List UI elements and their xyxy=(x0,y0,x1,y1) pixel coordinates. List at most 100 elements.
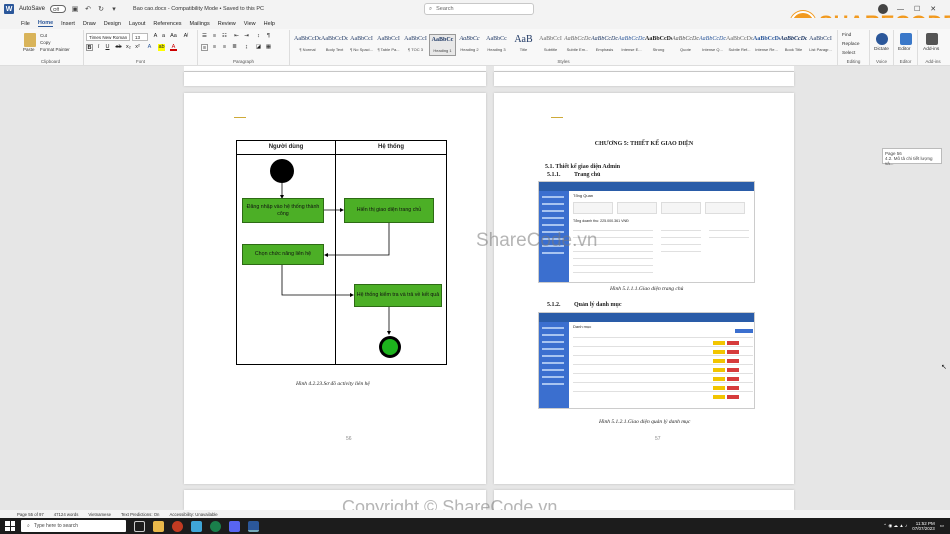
editor-button[interactable]: Editor xyxy=(898,47,911,52)
editing-group: Find Replace Select Editing xyxy=(838,30,870,65)
style-quote[interactable]: AaBbCcDc Quote xyxy=(672,34,699,56)
cut-button[interactable]: Cut xyxy=(40,33,47,38)
addins-button[interactable]: Add-ins xyxy=(923,47,939,52)
sort-icon[interactable]: ↕ xyxy=(255,33,262,40)
style-sample: AaBbCc xyxy=(486,36,507,42)
grow-font-icon[interactable]: A xyxy=(152,33,159,40)
italic-icon[interactable]: I xyxy=(95,44,102,51)
tab-references[interactable]: References xyxy=(153,21,181,27)
bold-icon[interactable]: B xyxy=(86,44,93,51)
tab-mailings[interactable]: Mailings xyxy=(190,21,210,27)
align-left-icon[interactable]: ≡ xyxy=(201,44,208,51)
style-intense-emphasis[interactable]: AaBbCcDc Intense E... xyxy=(618,34,645,56)
editor-icon[interactable] xyxy=(900,33,912,45)
tab-insert[interactable]: Insert xyxy=(61,21,75,27)
style-heading1[interactable]: AaBbCc Heading 1 xyxy=(429,34,456,56)
style-intense-quote[interactable]: AaBbCcDc Intense Q... xyxy=(699,34,726,56)
select-button[interactable]: Select xyxy=(842,51,855,56)
borders-icon[interactable]: ▦ xyxy=(265,44,272,51)
clock-date[interactable]: 07/07/2023 xyxy=(912,526,935,531)
style-intense-reference[interactable]: AaBbCcDc Intense Re... xyxy=(753,34,780,56)
multilevel-list-icon[interactable]: ☷ xyxy=(221,33,228,40)
style-strong[interactable]: AaBbCcDc Strong xyxy=(645,34,672,56)
tab-help[interactable]: Help xyxy=(264,21,275,27)
page-count[interactable]: Page 55 of 97 xyxy=(17,512,44,517)
superscript-icon[interactable]: x² xyxy=(134,44,141,51)
style-subtle-emphasis[interactable]: AaBbCcDc Subtle Em... xyxy=(564,34,591,56)
strikethrough-icon[interactable]: ab xyxy=(115,44,122,51)
customize-qat-icon[interactable]: ▾ xyxy=(110,5,118,13)
line-spacing-icon[interactable]: ↨ xyxy=(243,44,250,51)
style-table-paragraph[interactable]: AaBbCcI ¶ Table Pa... xyxy=(375,34,402,56)
style-book-title[interactable]: AaBbCcDc Book Title xyxy=(780,34,807,56)
text-predictions[interactable]: Text Predictions: On xyxy=(121,512,159,517)
file-explorer-icon[interactable] xyxy=(153,520,164,532)
windows-start-icon[interactable] xyxy=(5,521,15,531)
bullets-icon[interactable]: ☰ xyxy=(201,33,208,40)
align-right-icon[interactable]: ≡ xyxy=(221,44,228,51)
redo-icon[interactable]: ↻ xyxy=(97,5,105,13)
underline-icon[interactable]: U xyxy=(104,44,111,51)
notifications-icon[interactable]: ▭ xyxy=(940,523,944,529)
replace-button[interactable]: Replace xyxy=(842,42,860,47)
edge-icon[interactable] xyxy=(191,520,202,532)
shading-icon[interactable]: ◪ xyxy=(255,44,262,51)
copy-button[interactable]: Copy xyxy=(40,40,51,45)
style-title[interactable]: AaB Title xyxy=(510,34,537,56)
autosave-toggle[interactable]: Off xyxy=(50,5,67,13)
style-heading3[interactable]: AaBbCc Heading 3 xyxy=(483,34,510,56)
chrome-icon[interactable] xyxy=(172,520,183,532)
style-subtitle[interactable]: AaBbCcI Subtitle xyxy=(537,34,564,56)
tab-design[interactable]: Design xyxy=(104,21,121,27)
accessibility-status[interactable]: Accessibility: Unavailable xyxy=(169,512,217,517)
show-marks-icon[interactable]: ¶ xyxy=(265,33,272,40)
paste-icon[interactable] xyxy=(24,33,36,47)
style-list-paragraph[interactable]: AaBbCcI List Paragr... xyxy=(807,34,834,56)
tab-view[interactable]: View xyxy=(244,21,256,27)
app-icon[interactable] xyxy=(210,520,221,532)
find-button[interactable]: Find xyxy=(842,33,851,38)
subscript-icon[interactable]: x₂ xyxy=(125,44,132,51)
format-painter-button[interactable]: Format Painter xyxy=(40,47,70,52)
style-emphasis[interactable]: AaBbCcDc Emphasis xyxy=(591,34,618,56)
tab-layout[interactable]: Layout xyxy=(129,21,146,27)
style-toc3[interactable]: AaBbCcI ¶ TOC 3 xyxy=(402,34,429,56)
increase-indent-icon[interactable]: ⇥ xyxy=(243,33,250,40)
justify-icon[interactable]: ≣ xyxy=(231,44,238,51)
microphone-icon[interactable] xyxy=(876,33,888,45)
paste-button[interactable]: Paste xyxy=(23,47,35,52)
addins-icon[interactable] xyxy=(926,33,938,45)
text-effects-icon[interactable]: A xyxy=(146,44,153,51)
align-center-icon[interactable]: ≡ xyxy=(211,44,218,51)
tab-file[interactable]: File xyxy=(21,21,30,27)
style-heading2[interactable]: AaBbCc Heading 2 xyxy=(456,34,483,56)
taskbar-search[interactable]: ⌕ Type here to search xyxy=(21,520,126,532)
shrink-font-icon[interactable]: a xyxy=(160,33,167,40)
tab-review[interactable]: Review xyxy=(218,21,236,27)
search-box[interactable]: ⌕ Search xyxy=(424,3,534,15)
style-no-spacing[interactable]: AaBbCcI ¶ No Spaci... xyxy=(348,34,375,56)
numbering-icon[interactable]: ≡ xyxy=(211,33,218,40)
word-logo-icon: W xyxy=(4,4,14,14)
task-view-icon[interactable] xyxy=(134,520,145,532)
highlight-icon[interactable]: ab xyxy=(158,44,165,51)
tray-icons[interactable]: ⌃ ◉ ☁ ▲ ♪ xyxy=(883,523,907,529)
undo-icon[interactable]: ↶ xyxy=(84,5,92,13)
language[interactable]: Vietnamese xyxy=(88,512,111,517)
decrease-indent-icon[interactable]: ⇤ xyxy=(233,33,240,40)
font-color-icon[interactable]: A xyxy=(170,44,177,51)
change-case-icon[interactable]: Aa xyxy=(170,33,177,40)
style-body-text[interactable]: AaBbCcDc Body Text xyxy=(321,34,348,56)
dictate-button[interactable]: Dictate xyxy=(874,47,889,52)
style-subtle-reference[interactable]: AaBbCcDc Subtle Ref... xyxy=(726,34,753,56)
word-count[interactable]: 47124 words xyxy=(54,512,79,517)
font-family-select[interactable]: Times New Roman xyxy=(86,33,130,41)
clear-format-icon[interactable]: A̸ xyxy=(182,33,189,40)
word-taskbar-icon[interactable] xyxy=(248,520,259,532)
save-icon[interactable]: ▣ xyxy=(71,5,79,13)
style-normal[interactable]: AaBbCcDc ¶ Normal xyxy=(294,34,321,56)
discord-icon[interactable] xyxy=(229,520,240,532)
tab-home[interactable]: Home xyxy=(37,20,54,27)
tab-draw[interactable]: Draw xyxy=(83,21,96,27)
font-size-select[interactable]: 13 xyxy=(132,33,148,41)
